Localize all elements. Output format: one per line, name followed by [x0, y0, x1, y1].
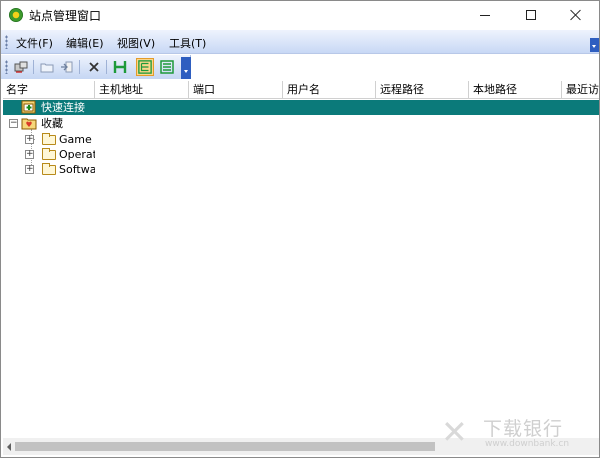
menubar-grip-handle[interactable]: [5, 35, 8, 49]
delete-icon: [89, 62, 99, 72]
list-header: 名字 主机地址 端口 用户名 远程路径 本地路径 最近访: [3, 81, 599, 99]
tree-item-quick-connect[interactable]: 快速连接: [3, 100, 599, 115]
folder-icon: [42, 133, 56, 145]
horizontal-layout-button[interactable]: [111, 58, 129, 76]
tree-item-favorites[interactable]: − 收藏: [3, 116, 599, 132]
menu-file[interactable]: 文件(F): [16, 35, 53, 51]
tree-item-label: Operatin: [59, 148, 95, 161]
maximize-button[interactable]: [508, 1, 554, 29]
site-tree: 快速连接 − 收藏 + Game + Operatin + Softwar: [3, 99, 599, 437]
watermark-logo-icon: ✕: [441, 413, 468, 451]
window-title: 站点管理窗口: [29, 9, 102, 23]
close-icon: [570, 9, 582, 21]
quick-connect-icon: [21, 100, 36, 114]
new-folder-icon: [40, 63, 54, 73]
site-manager-window: 站点管理窗口 文件(F) 编辑(E) 视图(V) 工具(T) 名字 主机地址 端…: [0, 0, 600, 458]
list-view-icon: [160, 60, 174, 74]
app-logo-icon: [9, 8, 23, 22]
favorites-folder-icon: [21, 118, 37, 130]
column-header-username[interactable]: 用户名: [284, 81, 376, 98]
horizontal-layout-icon: [113, 61, 127, 73]
menu-tools[interactable]: 工具(T): [169, 35, 206, 51]
folder-icon: [42, 163, 56, 175]
column-header-local-path[interactable]: 本地路径: [470, 81, 562, 98]
toolbar-grip-handle[interactable]: [5, 60, 8, 74]
new-folder-button[interactable]: [38, 58, 56, 76]
toolbar: [1, 55, 191, 79]
toolbar-separator: [33, 60, 34, 74]
list-view-button[interactable]: [158, 58, 176, 76]
menu-view[interactable]: 视图(V): [117, 35, 155, 51]
import-button[interactable]: [58, 58, 76, 76]
expand-toggle[interactable]: +: [25, 150, 34, 159]
delete-button[interactable]: [85, 58, 103, 76]
scrollbar-thumb[interactable]: [15, 442, 435, 451]
toolbar-overflow-chevron-icon[interactable]: [181, 57, 191, 79]
menu-bar: 文件(F) 编辑(E) 视图(V) 工具(T): [1, 30, 599, 54]
column-header-port[interactable]: 端口: [190, 81, 283, 98]
minimize-button[interactable]: [462, 1, 508, 29]
watermark-url: www.downbank.cn: [485, 439, 570, 449]
tree-item-folder-software[interactable]: + Softwar: [3, 162, 599, 178]
scroll-left-arrow-icon[interactable]: [7, 443, 11, 451]
tree-item-label: Softwar: [59, 163, 95, 176]
import-icon: [61, 61, 73, 73]
title-bar: 站点管理窗口: [1, 1, 599, 29]
menu-edit[interactable]: 编辑(E): [66, 35, 104, 51]
maximize-icon: [526, 10, 536, 20]
collapse-toggle[interactable]: −: [9, 119, 18, 128]
column-header-recent[interactable]: 最近访: [563, 81, 599, 98]
connect-button[interactable]: [12, 58, 30, 76]
watermark: ✕ 下载银行 www.downbank.cn: [441, 411, 591, 455]
folder-icon: [42, 148, 56, 160]
tree-item-label: 收藏: [41, 117, 63, 130]
close-button[interactable]: [553, 1, 599, 29]
expand-toggle[interactable]: +: [25, 135, 34, 144]
tree-item-folder-operating[interactable]: + Operatin: [3, 147, 599, 163]
toolbar-separator: [79, 60, 80, 74]
watermark-text: 下载银行: [483, 418, 564, 440]
tree-item-label: 快速连接: [41, 101, 85, 114]
tree-view-icon: [138, 60, 152, 74]
column-header-remote-path[interactable]: 远程路径: [377, 81, 469, 98]
column-header-host[interactable]: 主机地址: [96, 81, 189, 98]
minimize-icon: [480, 14, 490, 16]
tree-view-button[interactable]: [136, 58, 154, 76]
column-header-name[interactable]: 名字: [3, 81, 95, 98]
toolbar-separator: [106, 60, 107, 74]
tree-item-label: Game: [59, 133, 92, 146]
tree-item-folder-game[interactable]: + Game: [3, 132, 599, 148]
expand-toggle[interactable]: +: [25, 165, 34, 174]
connect-icon: [14, 61, 28, 73]
menubar-overflow-chevron-icon[interactable]: [590, 38, 599, 52]
